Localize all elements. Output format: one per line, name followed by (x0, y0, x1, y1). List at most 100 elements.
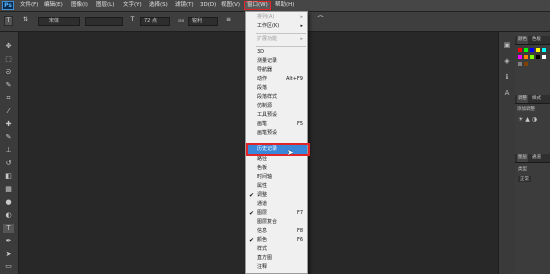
menu-item-paragraph[interactable]: 段落 (246, 84, 307, 93)
menu-item-styles[interactable]: 样式 (246, 245, 307, 254)
marquee-tool-icon[interactable]: ⬚ (3, 55, 14, 64)
swatch[interactable] (518, 62, 522, 66)
tab-layers[interactable]: 图层 (517, 154, 528, 162)
info-panel-icon[interactable]: ℹ (502, 72, 512, 82)
menu-filter[interactable]: 滤镜(T) (175, 1, 194, 10)
swatch[interactable] (536, 55, 540, 59)
character-panel-icon[interactable]: A (502, 88, 512, 98)
adjustment-icons[interactable]: ☀ ▲ ◑ (518, 116, 537, 123)
menu-layer[interactable]: 图层(L) (96, 1, 114, 10)
menu-item-paths[interactable]: 路径 (246, 155, 307, 164)
menu-item-color[interactable]: ✔ 颜色 F6 (246, 236, 307, 245)
font-style-select[interactable] (85, 17, 123, 26)
tools-panel: ✥ ⬚ ᘐ ✎ ⌗ ⁄ ✚ ✎ ⊥ ↺ ◧ ▦ ● ◐ T ✒ ➤ ▭ (0, 32, 19, 274)
menu-item-3d[interactable]: 3D (246, 48, 307, 57)
quick-select-tool-icon[interactable]: ✎ (3, 81, 14, 90)
blend-mode-select[interactable]: 正常 (518, 176, 531, 182)
menu-item-actions[interactable]: 动作 Alt+F9 (246, 75, 307, 84)
swatch[interactable] (518, 48, 522, 52)
menu-item-timeline[interactable]: 时间轴 (246, 173, 307, 182)
font-size-value: 72 点 (144, 18, 157, 24)
menu-separator (256, 33, 306, 34)
menu-view[interactable]: 视图(V) (221, 1, 240, 10)
tab-channels[interactable]: 通道 (532, 154, 541, 162)
checkmark-icon: ✔ (249, 210, 255, 217)
layers-panel-tabs: 图层 通道 (515, 154, 550, 163)
swatch[interactable] (524, 48, 528, 52)
tab-adjustments[interactable]: 调整 (517, 95, 528, 103)
menu-item-properties[interactable]: 属性 (246, 182, 307, 191)
menu-item-adjustments[interactable]: ✔ 调整 (246, 191, 307, 200)
menu-help[interactable]: 帮助(H) (275, 1, 294, 10)
menu-item-measurement-log[interactable]: 测量记录 (246, 57, 307, 66)
swatch[interactable] (542, 48, 546, 52)
menu-edit[interactable]: 编辑(E) (44, 1, 63, 10)
type-tool-preset-icon[interactable]: T (4, 16, 13, 26)
tab-swatches[interactable]: 色板 (532, 36, 541, 44)
swatch[interactable] (530, 55, 534, 59)
menu-window[interactable]: 窗口(W) (244, 1, 271, 10)
antialias-select[interactable]: 锐利 (188, 17, 218, 26)
pen-tool-icon[interactable]: ✒ (3, 237, 14, 246)
checkmark-icon: ✔ (249, 192, 255, 199)
menu-select[interactable]: 选择(S) (149, 1, 168, 10)
menu-item-histogram[interactable]: 直方图 (246, 254, 307, 263)
shape-tool-icon[interactable]: ▭ (3, 262, 14, 271)
history-brush-tool-icon[interactable]: ↺ (3, 159, 14, 168)
healing-tool-icon[interactable]: ✚ (3, 120, 14, 129)
dodge-tool-icon[interactable]: ◐ (3, 211, 14, 220)
swatch[interactable] (524, 62, 528, 66)
swatch[interactable] (524, 55, 528, 59)
text-orientation-icon[interactable]: ⇅ (21, 16, 30, 26)
font-family-value: 宋体 (49, 18, 60, 24)
font-family-select[interactable]: 宋体 (38, 17, 80, 26)
menu-type[interactable]: 文字(Y) (123, 1, 142, 10)
menu-item-notes[interactable]: 注释 (246, 263, 307, 272)
font-size-select[interactable]: 72 点 (140, 17, 170, 26)
align-left-icon[interactable]: ≡ (224, 16, 233, 26)
type-tool-icon[interactable]: T (3, 224, 14, 233)
swatch[interactable] (542, 55, 546, 59)
layer-filter-kind[interactable]: 类型 (518, 166, 527, 172)
swatch[interactable] (518, 55, 522, 59)
eraser-tool-icon[interactable]: ◧ (3, 172, 14, 181)
photoshop-logo: Ps (2, 1, 14, 10)
swatch[interactable] (530, 48, 534, 52)
add-adjustment-label: 添加调整 (517, 107, 535, 112)
blur-tool-icon[interactable]: ● (3, 198, 14, 207)
eyedropper-tool-icon[interactable]: ⁄ (3, 107, 14, 116)
mouse-cursor-icon: ➤ (287, 148, 294, 157)
menu-item-tool-presets[interactable]: 工具预设 (246, 111, 307, 120)
menu-item-navigator[interactable]: 导航器 (246, 66, 307, 75)
menu-item-layers[interactable]: ✔ 图层 F7 (246, 209, 307, 218)
tab-color[interactable]: 颜色 (517, 36, 528, 44)
properties-panel-icon[interactable]: ◈ (502, 56, 512, 66)
menu-item-swatches[interactable]: 色板 (246, 164, 307, 173)
brush-tool-icon[interactable]: ✎ (3, 133, 14, 142)
history-panel-icon[interactable]: ▣ (502, 40, 512, 50)
swatch[interactable] (536, 48, 540, 52)
warp-text-icon[interactable]: ⌒ (316, 16, 325, 26)
collapsed-panel-strip: ▣ ◈ ℹ A (498, 32, 516, 274)
tab-styles[interactable]: 样式 (532, 95, 541, 103)
crop-tool-icon[interactable]: ⌗ (3, 94, 14, 103)
menu-item-brush[interactable]: 画笔 F5 (246, 120, 307, 129)
clone-stamp-tool-icon[interactable]: ⊥ (3, 146, 14, 155)
path-select-tool-icon[interactable]: ➤ (3, 250, 14, 259)
menu-item-clone-source[interactable]: 仿制源 (246, 102, 307, 111)
menu-3d[interactable]: 3D(D) (200, 1, 216, 10)
menu-image[interactable]: 图像(I) (71, 1, 88, 10)
menu-file[interactable]: 文件(F) (20, 1, 38, 10)
menu-item-arrange[interactable]: 排列(A) ▸ (246, 13, 307, 22)
move-tool-icon[interactable]: ✥ (3, 42, 14, 51)
menu-item-layer-comps[interactable]: 图层复合 (246, 218, 307, 227)
antialias-value: 锐利 (192, 18, 203, 24)
menu-item-channels[interactable]: 通道 (246, 200, 307, 209)
menu-item-workspace[interactable]: 工作区(K) ▸ (246, 22, 307, 31)
menu-item-paragraph-styles[interactable]: 段落样式 (246, 93, 307, 102)
gradient-tool-icon[interactable]: ▦ (3, 185, 14, 194)
lasso-tool-icon[interactable]: ᘐ (3, 68, 14, 77)
menu-item-info[interactable]: 信息 F8 (246, 227, 307, 236)
menu-item-brush-presets[interactable]: 画笔预设 (246, 129, 307, 138)
menu-item-extensions[interactable]: 扩展功能 ▸ (246, 35, 307, 44)
